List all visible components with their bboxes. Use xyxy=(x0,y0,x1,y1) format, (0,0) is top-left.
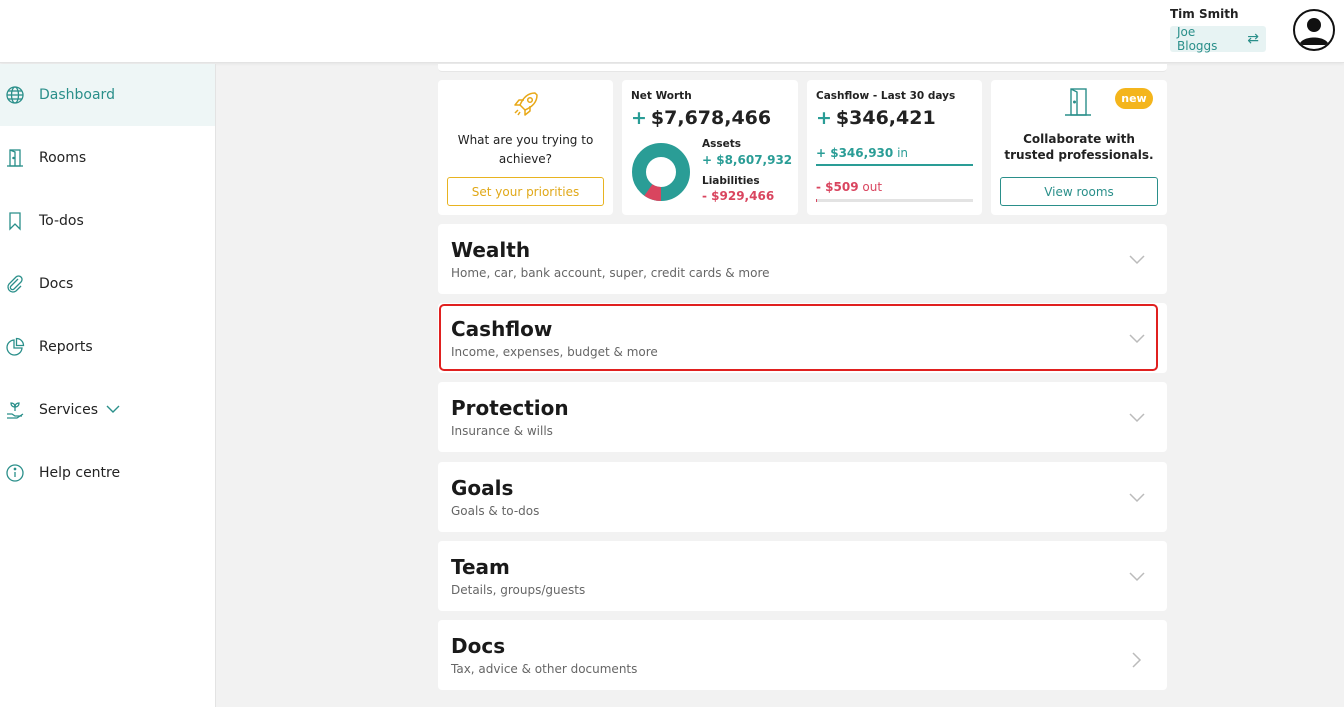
section-title: Goals xyxy=(451,476,514,500)
pie-chart-icon xyxy=(4,336,26,358)
new-badge: new xyxy=(1115,88,1153,109)
cashflow-title: Cashflow - Last 30 days xyxy=(816,90,956,102)
net-worth-amount: $7,678,466 xyxy=(650,107,772,129)
user-name: Tim Smith xyxy=(1170,7,1239,21)
collaborate-card: new Collaborate with trusted professiona… xyxy=(991,80,1167,215)
section-cashflow[interactable]: Cashflow Income, expenses, budget & more xyxy=(438,303,1167,373)
section-subtitle: Income, expenses, budget & more xyxy=(451,345,658,359)
door-icon xyxy=(4,147,26,169)
info-icon xyxy=(4,462,26,484)
section-docs[interactable]: Docs Tax, advice & other documents xyxy=(438,620,1167,690)
chevron-down-icon[interactable] xyxy=(1129,488,1145,507)
bookmark-icon xyxy=(4,210,26,232)
cashflow-in-label: in xyxy=(897,146,909,160)
liabilities-value: - $929,466 xyxy=(702,189,775,203)
section-subtitle: Insurance & wills xyxy=(451,424,553,438)
chevron-down-icon[interactable] xyxy=(106,402,120,418)
cashflow-out-bar-fill xyxy=(816,199,817,202)
section-title: Wealth xyxy=(451,238,531,262)
chevron-down-icon[interactable] xyxy=(1129,408,1145,427)
section-subtitle: Goals & to-dos xyxy=(451,504,540,518)
sidebar-item-label: Help centre xyxy=(39,465,121,481)
top-header: Tim Smith Joe Bloggs ⇄ xyxy=(0,0,1344,63)
sidebar-item-label: Rooms xyxy=(39,150,87,166)
section-title: Team xyxy=(451,555,510,579)
chevron-down-icon[interactable] xyxy=(1129,329,1145,348)
globe-icon xyxy=(4,84,26,106)
sidebar-item-reports[interactable]: Reports xyxy=(0,316,215,378)
net-worth-sign: + xyxy=(631,107,647,129)
liabilities-label: Liabilities xyxy=(702,175,760,187)
sidebar-item-services[interactable]: Services xyxy=(0,379,215,441)
section-subtitle: Details, groups/guests xyxy=(451,583,586,597)
sidebar-item-label: Dashboard xyxy=(39,87,115,103)
net-worth-value: + $7,678,466 xyxy=(631,107,771,129)
cashflow-in-value: + $346,930 xyxy=(816,146,894,160)
chevron-down-icon[interactable] xyxy=(1129,250,1145,269)
switch-account-label: Joe Bloggs xyxy=(1177,25,1218,53)
cashflow-out: - $509 out xyxy=(816,180,882,194)
sidebar-item-label: Docs xyxy=(39,276,74,292)
cashflow-amount: $346,421 xyxy=(835,107,936,129)
section-wealth[interactable]: Wealth Home, car, bank account, super, c… xyxy=(438,224,1167,294)
section-title: Docs xyxy=(451,634,506,658)
sidebar-item-help-centre[interactable]: Help centre xyxy=(0,442,215,504)
collaborate-text: Collaborate with trusted professionals. xyxy=(1004,132,1154,162)
net-worth-title: Net Worth xyxy=(631,90,692,102)
section-subtitle: Tax, advice & other documents xyxy=(451,662,638,676)
rocket-icon xyxy=(510,88,542,124)
section-team[interactable]: Team Details, groups/guests xyxy=(438,541,1167,611)
section-subtitle: Home, car, bank account, super, credit c… xyxy=(451,266,770,280)
cashflow-out-bar xyxy=(816,199,973,202)
hand-plant-icon xyxy=(4,399,26,421)
set-priorities-button[interactable]: Set your priorities xyxy=(447,177,604,206)
paperclip-icon xyxy=(4,273,26,295)
chevron-down-icon[interactable] xyxy=(1129,567,1145,586)
section-goals[interactable]: Goals Goals & to-dos xyxy=(438,462,1167,532)
avatar[interactable] xyxy=(1293,9,1335,51)
view-rooms-button[interactable]: View rooms xyxy=(1000,177,1158,206)
swap-arrows-icon: ⇄ xyxy=(1247,31,1259,47)
door-icon xyxy=(1061,86,1095,124)
cashflow-value: + $346,421 xyxy=(816,107,936,129)
net-worth-card[interactable]: Net Worth + $7,678,466 Assets + $8,607,93… xyxy=(622,80,798,215)
sidebar-item-rooms[interactable]: Rooms xyxy=(0,127,215,189)
cashflow-sign: + xyxy=(816,107,832,129)
chevron-right-icon[interactable] xyxy=(1132,652,1142,672)
priorities-card: What are you trying to achieve? Set your… xyxy=(438,80,613,215)
sidebar-item-label: To-dos xyxy=(39,213,84,229)
section-protection[interactable]: Protection Insurance & wills xyxy=(438,382,1167,452)
cashflow-out-value: - $509 xyxy=(816,180,859,194)
sidebar-item-todos[interactable]: To-dos xyxy=(0,190,215,252)
assets-label: Assets xyxy=(702,138,742,150)
sidebar-item-label: Services xyxy=(39,402,99,418)
sidebar-item-docs[interactable]: Docs xyxy=(0,253,215,315)
section-title: Protection xyxy=(451,396,569,420)
net-worth-donut-chart xyxy=(632,143,690,201)
sidebar: Dashboard Rooms To-dos Docs Reports Serv… xyxy=(0,64,216,707)
cashflow-in-bar xyxy=(816,164,973,166)
assets-value: + $8,607,932 xyxy=(702,153,793,167)
sidebar-item-label: Reports xyxy=(39,339,93,355)
cashflow-out-label: out xyxy=(862,180,883,194)
cashflow-card[interactable]: Cashflow - Last 30 days + $346,421 + $346… xyxy=(807,80,982,215)
sidebar-item-dashboard[interactable]: Dashboard xyxy=(0,64,215,126)
priorities-question: What are you trying to achieve? xyxy=(457,133,594,166)
switch-account-button[interactable]: Joe Bloggs ⇄ xyxy=(1170,25,1266,53)
cashflow-in: + $346,930 in xyxy=(816,146,908,160)
collapsed-panel-edge xyxy=(438,64,1167,72)
user-avatar-icon xyxy=(1299,18,1329,45)
section-title: Cashflow xyxy=(451,317,553,341)
